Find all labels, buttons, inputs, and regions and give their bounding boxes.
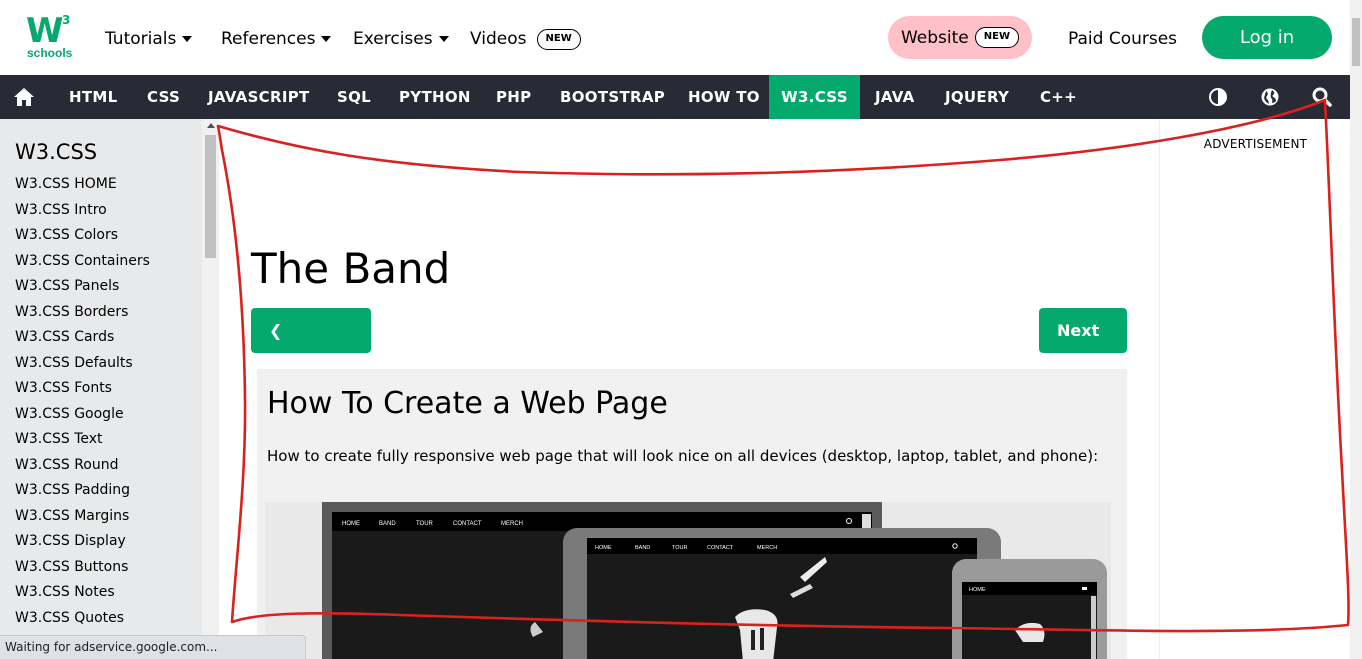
card-description: How to create fully responsive web page … [267, 447, 1099, 465]
advertisement-label: ADVERTISEMENT [1203, 137, 1308, 151]
laptop-nav-contact: CONTACT [707, 545, 734, 551]
sidebar-item-google[interactable]: W3.CSS Google [15, 402, 150, 428]
page-scroll-thumb[interactable] [1352, 18, 1360, 66]
nav-how-to[interactable]: HOW TO [673, 75, 775, 119]
sidebar-item-containers[interactable]: W3.CSS Containers [15, 249, 150, 275]
search-icon[interactable] [1312, 87, 1332, 107]
nav-cpp[interactable]: C++ [1025, 75, 1092, 119]
logo-superscript: 3 [62, 13, 71, 27]
nav-java[interactable]: JAVA [860, 75, 930, 119]
nav-w3css[interactable]: W3.CSS [769, 75, 860, 119]
mock-nav-merch: MERCH [501, 521, 523, 527]
nav-sql[interactable]: SQL [322, 75, 386, 119]
laptop-nav-tour: TOUR [672, 545, 688, 551]
sidebar-item-buttons[interactable]: W3.CSS Buttons [15, 555, 150, 581]
mock-nav-band: BAND [379, 521, 396, 527]
nav-css[interactable]: CSS [132, 75, 195, 119]
references-label: References [221, 29, 316, 49]
sidebar-item-display[interactable]: W3.CSS Display [15, 529, 150, 555]
sidebar-scroll-thumb[interactable] [205, 135, 216, 258]
contrast-icon[interactable] [1208, 87, 1228, 107]
mock-nav-contact: CONTACT [453, 521, 482, 527]
nav-python[interactable]: PYTHON [384, 75, 486, 119]
references-menu[interactable]: References [221, 28, 332, 50]
sidebar-item-intro[interactable]: W3.CSS Intro [15, 198, 150, 224]
browser-status-bar: Waiting for adservice.google.com... [0, 635, 306, 659]
top-bar: W 3 schools Tutorials References Exercis… [0, 0, 1350, 75]
sidebar-item-defaults[interactable]: W3.CSS Defaults [15, 351, 150, 377]
tutorial-card: How To Create a Web Page How to create f… [257, 369, 1127, 659]
home-icon[interactable] [13, 87, 35, 107]
scroll-up-arrow-icon[interactable] [207, 123, 215, 128]
nav-bootstrap[interactable]: BOOTSTRAP [545, 75, 680, 119]
previous-button[interactable]: ❮ Previous [251, 308, 371, 385]
page-title: The Band [251, 244, 451, 293]
sidebar-scrollbar[interactable] [202, 119, 219, 659]
nav-javascript[interactable]: JAVASCRIPT [193, 75, 325, 119]
exercises-label: Exercises [353, 29, 433, 49]
tutorials-label: Tutorials [105, 29, 177, 49]
sidebar-item-notes[interactable]: W3.CSS Notes [15, 580, 150, 606]
website-button[interactable]: Website NEW [888, 16, 1032, 59]
sidebar-list: W3.CSS HOME W3.CSS Intro W3.CSS Colors W… [15, 172, 150, 631]
videos-label: Videos [470, 29, 527, 49]
laptop-nav-home: HOME [595, 545, 612, 551]
exercises-menu[interactable]: Exercises [353, 28, 449, 50]
page-scrollbar[interactable] [1350, 0, 1362, 659]
caret-down-icon [182, 36, 193, 42]
mock-nav-home: HOME [342, 521, 360, 527]
sidebar-item-home[interactable]: W3.CSS HOME [15, 172, 150, 198]
new-badge: NEW [536, 28, 581, 50]
sidebar: W3.CSS W3.CSS HOME W3.CSS Intro W3.CSS C… [0, 119, 219, 659]
nav-html[interactable]: HTML [54, 75, 132, 119]
next-button[interactable]: Next ❯ [1039, 308, 1127, 385]
w3schools-logo[interactable]: W 3 schools [26, 14, 76, 62]
caret-down-icon [438, 36, 449, 42]
globe-icon[interactable] [1260, 87, 1280, 107]
website-label: Website [900, 27, 969, 48]
devices-illustration: HOME BAND TOUR CONTACT MERCH HOME BAND T… [322, 502, 1107, 659]
card-title: How To Create a Web Page [267, 386, 668, 421]
sidebar-item-fonts[interactable]: W3.CSS Fonts [15, 376, 150, 402]
logo-word: schools [27, 46, 73, 60]
browser-viewport: W 3 schools Tutorials References Exercis… [0, 0, 1362, 659]
sidebar-item-round[interactable]: W3.CSS Round [15, 453, 150, 479]
sidebar-item-quotes[interactable]: W3.CSS Quotes [15, 606, 150, 632]
responsive-devices-image[interactable]: HOME BAND TOUR CONTACT MERCH HOME BAND T… [265, 502, 1111, 659]
subject-navbar: HTML CSS JAVASCRIPT SQL PYTHON PHP BOOTS… [0, 75, 1350, 119]
caret-down-icon [321, 36, 332, 42]
mock-nav-tour: TOUR [416, 521, 434, 527]
sidebar-item-panels[interactable]: W3.CSS Panels [15, 274, 150, 300]
laptop-nav-band: BAND [635, 545, 650, 551]
paid-courses-link[interactable]: Paid Courses [1068, 28, 1177, 50]
videos-link[interactable]: Videos NEW [470, 28, 581, 50]
sidebar-title: W3.CSS [15, 140, 98, 164]
sidebar-item-padding[interactable]: W3.CSS Padding [15, 478, 150, 504]
logo-mark: W [26, 11, 63, 51]
phone-nav-home: HOME [969, 587, 986, 593]
laptop-nav-merch: MERCH [757, 545, 777, 551]
tutorials-menu[interactable]: Tutorials [105, 28, 193, 50]
login-button[interactable]: Log in [1202, 16, 1332, 59]
sidebar-item-text[interactable]: W3.CSS Text [15, 427, 150, 453]
new-badge: NEW [974, 27, 1019, 48]
advertisement-column: ADVERTISEMENT [1159, 119, 1350, 659]
sidebar-item-colors[interactable]: W3.CSS Colors [15, 223, 150, 249]
main-content: The Band ❮ Previous Next ❯ How To Create… [219, 119, 1159, 659]
nav-php[interactable]: PHP [481, 75, 546, 119]
sidebar-item-margins[interactable]: W3.CSS Margins [15, 504, 150, 530]
sidebar-item-cards[interactable]: W3.CSS Cards [15, 325, 150, 351]
sidebar-item-borders[interactable]: W3.CSS Borders [15, 300, 150, 326]
nav-jquery[interactable]: JQUERY [930, 75, 1024, 119]
